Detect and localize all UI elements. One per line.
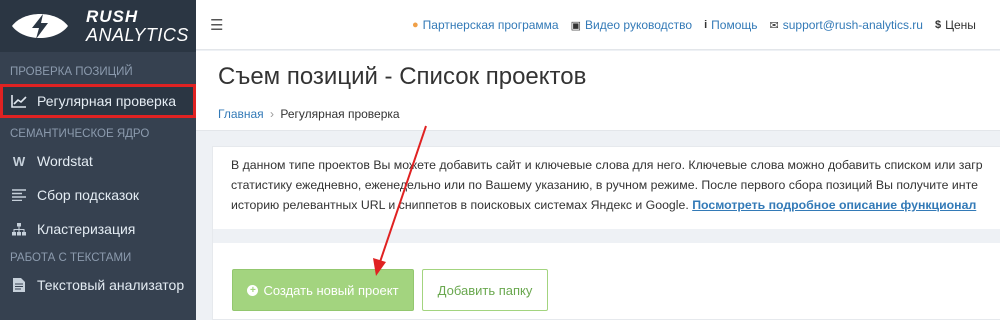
chart-line-icon [10, 94, 28, 108]
header-links: ● Партнерская программа ▣ Видео руководс… [412, 18, 988, 32]
envelope-icon: ✉ [769, 19, 779, 32]
projects-panel: В данном типе проектов Вы можете добавит… [212, 146, 1000, 320]
list-icon [10, 189, 28, 201]
wordstat-w-icon: W [12, 153, 26, 169]
document-icon [10, 278, 28, 292]
sidebar-item-wordstat[interactable]: W Wordstat [0, 144, 196, 178]
sidebar-item-suggestions[interactable]: Сбор подсказок [0, 178, 196, 212]
breadcrumb-home-link[interactable]: Главная [218, 107, 264, 121]
sidebar-item-text-analyzer[interactable]: Текстовый анализатор [0, 268, 196, 302]
top-header: ☰ ● Партнерская программа ▣ Видео руково… [196, 0, 1000, 50]
partner-program-link[interactable]: ● Партнерская программа [412, 18, 559, 32]
breadcrumb: Главная › Регулярная проверка [218, 107, 400, 121]
sidebar-item-label: Текстовый анализатор [37, 277, 185, 293]
help-link[interactable]: i Помощь [704, 18, 757, 32]
dollar-icon: $ [934, 19, 942, 31]
add-folder-button[interactable]: Добавить папку [422, 269, 548, 311]
sidebar-item-regular-check[interactable]: Регулярная проверка [0, 84, 196, 118]
logo-line2: ANALYTICS [86, 25, 189, 45]
sidebar-section-texts: РАБОТА С ТЕКСТАМИ [10, 252, 132, 264]
sidebar-section-positions: ПРОВЕРКА ПОЗИЦИЙ [10, 66, 133, 78]
menu-toggle-icon[interactable]: ☰ [210, 16, 223, 34]
page-header: Съем позиций - Список проектов Главная ›… [196, 51, 1000, 131]
breadcrumb-separator: › [270, 107, 275, 121]
description-text: В данном типе проектов Вы можете добавит… [231, 158, 983, 212]
prices-link[interactable]: $ Цены [935, 18, 976, 32]
create-project-button[interactable]: + Создать новый проект [232, 269, 414, 311]
logo[interactable]: RUSH ANALYTICS [0, 0, 196, 52]
support-email-link[interactable]: ✉ support@rush-analytics.ru [770, 18, 923, 32]
divider [213, 229, 1000, 243]
logo-eye-icon [10, 8, 70, 44]
sidebar-item-label: Wordstat [37, 153, 93, 169]
sitemap-icon [10, 222, 28, 236]
sidebar-item-label: Кластеризация [37, 221, 136, 237]
detailed-description-link[interactable]: Посмотреть подробное описание функционал [692, 198, 976, 212]
sidebar: RUSH ANALYTICS ПРОВЕРКА ПОЗИЦИЙ Регулярн… [0, 0, 196, 320]
film-icon: ▣ [570, 19, 582, 32]
breadcrumb-current: Регулярная проверка [280, 107, 400, 121]
sidebar-section-semantic: СЕМАНТИЧЕСКОЕ ЯДРО [10, 128, 150, 140]
sidebar-item-clustering[interactable]: Кластеризация [0, 212, 196, 246]
page-title: Съем позиций - Список проектов [218, 63, 587, 90]
info-icon: i [704, 19, 708, 31]
video-guide-link[interactable]: ▣ Видео руководство [571, 18, 692, 32]
logo-line1: RUSH [86, 7, 139, 26]
sidebar-item-label: Сбор подсказок [37, 187, 140, 203]
plus-circle-icon: + [247, 284, 259, 296]
partners-icon: ● [412, 19, 419, 31]
sidebar-item-label: Регулярная проверка [37, 93, 177, 109]
